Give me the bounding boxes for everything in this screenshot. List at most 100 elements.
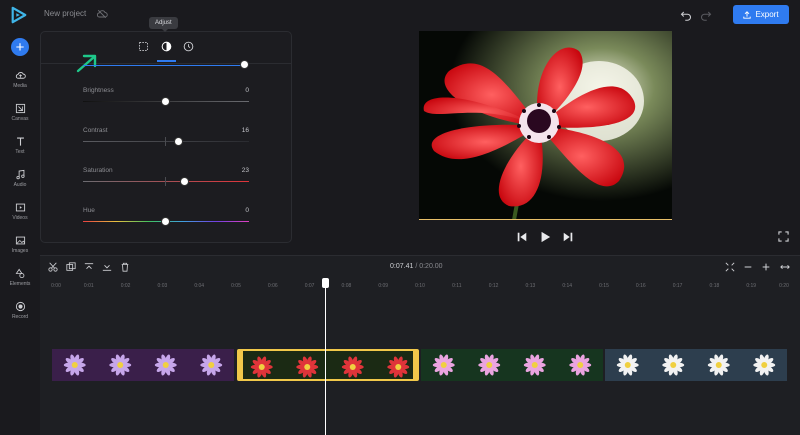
video-preview[interactable]: [419, 31, 672, 220]
align-bottom-icon[interactable]: [102, 262, 112, 272]
cloud-upload-icon: [15, 72, 26, 79]
ruler-tick-label: 0:13: [525, 283, 536, 289]
saturation-center-mark: [165, 177, 166, 186]
ruler-tick-label: 0:08: [341, 283, 352, 289]
saturation-slider-track[interactable]: [83, 181, 249, 182]
duplicate-icon[interactable]: [66, 262, 76, 272]
ruler-tick-label: 0:16: [635, 283, 646, 289]
timeline-ruler[interactable]: 0:00 0:01 0:02 0:03 0:04 0:05 0:06 0:07 0:08 0:09…: [40, 278, 800, 290]
ruler-tick-label: 0:15: [599, 283, 609, 289]
play-icon[interactable]: [539, 231, 551, 243]
contrast-slider-thumb[interactable]: [174, 137, 183, 146]
adjust-panel: Brightness 0 Contrast 16 Saturation 23 H…: [40, 31, 292, 243]
trash-icon[interactable]: [120, 262, 130, 272]
skip-forward-icon[interactable]: [562, 231, 574, 243]
export-button[interactable]: Export: [733, 5, 789, 24]
ruler-tick-label: 0:05: [231, 283, 241, 289]
pink-lotus-clip[interactable]: [421, 349, 603, 381]
sidebar-item-record[interactable]: Record: [0, 301, 40, 320]
sidebar-item-label: Text: [15, 149, 25, 155]
ruler-tick-label: 0:09: [378, 283, 389, 289]
zoom-out-icon[interactable]: [743, 262, 753, 272]
clip-trim-handle-right[interactable]: [413, 351, 417, 379]
export-label: Export: [755, 10, 779, 19]
playhead-handle[interactable]: [321, 278, 329, 288]
timeline: 0:07.41 / 0:20.00 0:00 0:01 0:02 0:03 0:04 0:…: [40, 255, 800, 435]
canvas-icon: [15, 103, 25, 114]
panel-scroll-slider-thumb[interactable]: [240, 60, 249, 69]
clip-thumbnails: [250, 356, 410, 378]
sidebar-item-elements[interactable]: Elements: [0, 268, 40, 287]
zoom-in-icon[interactable]: [761, 262, 771, 272]
ruler-tick-label: 0:02: [120, 283, 131, 289]
red-flower-image: [419, 31, 672, 219]
sidebar-item-label: Canvas: [11, 116, 29, 122]
text-icon: [16, 137, 24, 146]
redo-icon[interactable]: [700, 9, 712, 21]
expand-icon[interactable]: [780, 262, 790, 272]
fullscreen-icon[interactable]: [778, 231, 789, 242]
ruler-tick-label: 0:11: [452, 283, 462, 289]
hue-slider-thumb[interactable]: [161, 217, 170, 226]
ruler-tick-label: 0:00: [51, 283, 61, 289]
sidebar-item-canvas[interactable]: Canvas: [0, 103, 40, 122]
sidebar-item-videos[interactable]: Videos: [0, 202, 40, 221]
total-time: 0:20.00: [419, 263, 443, 270]
clip-thumbnails: [63, 354, 223, 376]
hue-value: 0: [245, 207, 249, 214]
clock-icon[interactable]: [183, 41, 194, 52]
top-bar: New project Export: [0, 0, 800, 30]
ruler-tick-label: 0:10: [415, 283, 425, 289]
brightness-slider-thumb[interactable]: [161, 97, 170, 106]
project-name[interactable]: New project: [44, 9, 86, 18]
white-daisy-clip[interactable]: [605, 349, 787, 381]
music-note-icon: [15, 169, 25, 180]
purple-flowers-clip[interactable]: [52, 349, 234, 381]
hue-label: Hue: [83, 207, 95, 214]
sidebar-item-images[interactable]: Images: [0, 235, 40, 254]
video-icon: [15, 203, 25, 212]
ruler-tick-label: 0:19: [746, 283, 757, 289]
sidebar-item-label: Media: [13, 83, 27, 89]
panel-scroll-slider-track: [83, 65, 245, 66]
ruler-tick-label: 0:07: [304, 283, 315, 289]
undo-icon[interactable]: [680, 9, 692, 21]
saturation-slider-thumb[interactable]: [180, 177, 189, 186]
sidebar-item-media[interactable]: Media: [0, 70, 40, 89]
adjust-tooltip: Adjust: [149, 17, 178, 32]
clip-thumbnails: [432, 354, 592, 376]
contrast-label: Contrast: [83, 127, 108, 134]
ruler-tick-label: 0:18: [709, 283, 720, 289]
brightness-label: Brightness: [83, 87, 114, 94]
sidebar-item-label: Elements: [9, 281, 31, 287]
contrast-center-mark: [165, 137, 166, 146]
ruler-tick-label: 0:03: [157, 283, 168, 289]
ruler-tick-label: 0:01: [83, 283, 94, 289]
brightness-value: 0: [245, 87, 249, 94]
add-button[interactable]: +: [11, 38, 29, 56]
align-top-icon[interactable]: [84, 262, 94, 272]
scissors-icon[interactable]: [48, 262, 58, 272]
red-anemone-clip[interactable]: [237, 349, 419, 381]
sidebar: + Media Canvas Text Audio Videos Images …: [0, 30, 40, 435]
skip-back-icon[interactable]: [516, 231, 528, 243]
cloud-sync-icon: [97, 9, 108, 19]
logo-icon[interactable]: [10, 6, 28, 24]
crop-icon[interactable]: [138, 41, 149, 52]
sidebar-item-text[interactable]: Text: [0, 136, 40, 155]
arrow-icon: [76, 54, 97, 73]
sidebar-item-audio[interactable]: Audio: [0, 169, 40, 188]
adjust-contrast-icon[interactable]: [161, 41, 172, 52]
clip-trim-handle-left[interactable]: [239, 351, 243, 379]
ruler-tick-label: 0:06: [267, 283, 278, 289]
contrast-slider-track[interactable]: [83, 141, 249, 142]
video-editor: New project Export + Media Canvas Text A…: [0, 0, 800, 435]
shapes-icon: [15, 268, 24, 279]
sidebar-item-label: Videos: [12, 215, 28, 221]
saturation-value: 23: [241, 167, 249, 174]
current-time: 0:07.41: [390, 263, 414, 270]
fit-icon[interactable]: [725, 262, 735, 272]
contrast-value: 16: [241, 127, 249, 134]
sidebar-item-label: Audio: [13, 182, 27, 188]
saturation-label: Saturation: [83, 167, 113, 174]
